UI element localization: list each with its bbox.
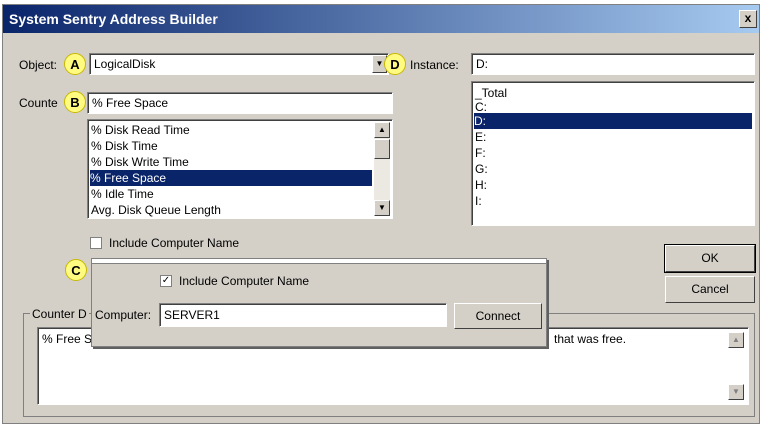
connect-button-label: Connect [475, 309, 521, 323]
description-text-start: % Free S [42, 332, 93, 346]
instance-label: Instance: [410, 58, 459, 72]
instance-list[interactable]: _Total C: D: E: F: G: H: I: [471, 81, 755, 226]
scroll-up-icon[interactable]: ▲ [728, 332, 744, 348]
cancel-button[interactable]: Cancel [665, 276, 755, 303]
connect-button[interactable]: Connect [454, 303, 542, 329]
callout-c: C [65, 259, 87, 281]
counter-list[interactable]: % Disk Read Time % Disk Time % Disk Writ… [87, 119, 393, 219]
counter-value: % Free Space [92, 96, 169, 110]
window-title: System Sentry Address Builder [9, 11, 218, 27]
include-computer-checkbox[interactable] [90, 237, 102, 249]
list-item[interactable]: H: [475, 177, 487, 193]
callout-a: A [64, 53, 86, 75]
list-item-selected[interactable]: D: [474, 113, 752, 129]
list-item[interactable]: G: [475, 161, 488, 177]
list-item-selected[interactable]: % Free Space [90, 170, 372, 186]
scroll-thumb[interactable] [374, 139, 390, 159]
scroll-down-icon[interactable]: ▼ [374, 200, 390, 216]
list-item[interactable]: F: [475, 145, 486, 161]
close-button[interactable]: x [739, 10, 757, 28]
ok-button-label: OK [701, 251, 719, 265]
counter-input[interactable]: % Free Space [87, 92, 393, 114]
list-item[interactable]: E: [475, 129, 486, 145]
instance-value: D: [476, 57, 488, 71]
object-label: Object: [19, 58, 58, 72]
computer-input[interactable]: SERVER1 [159, 303, 447, 327]
counter-description-label: Counter D [30, 307, 89, 321]
counter-scrollbar[interactable]: ▲ ▼ [374, 122, 390, 216]
list-item[interactable]: % Idle Time [91, 186, 154, 202]
list-item[interactable]: % Disk Time [91, 138, 158, 154]
callout-b: B [64, 91, 86, 113]
title-bar: System Sentry Address Builder x [3, 5, 759, 33]
scroll-up-icon[interactable]: ▲ [374, 122, 390, 138]
computer-label: Computer: [95, 308, 152, 322]
computer-name-popup: ✓ Include Computer Name Computer: SERVER… [91, 258, 547, 347]
popup-include-checkbox[interactable]: ✓ [160, 275, 172, 287]
object-value: LogicalDisk [94, 57, 156, 71]
address-builder-dialog: System Sentry Address Builder x Object: … [2, 4, 760, 424]
instance-input[interactable]: D: [471, 53, 755, 75]
cancel-button-label: Cancel [691, 282, 729, 296]
popup-include-label: Include Computer Name [179, 274, 310, 288]
list-item[interactable]: % Disk Read Time [91, 122, 190, 138]
ok-button[interactable]: OK [664, 244, 756, 273]
callout-d: D [384, 53, 406, 75]
list-item[interactable]: I: [475, 193, 482, 209]
counter-label: Counte [19, 96, 58, 110]
object-dropdown[interactable]: LogicalDisk ▼ [89, 53, 389, 75]
description-scrollbar[interactable]: ▲ ▼ [728, 332, 744, 400]
computer-value: SERVER1 [164, 308, 220, 322]
scroll-down-icon[interactable]: ▼ [728, 384, 744, 400]
list-item[interactable]: Avg. Disk Queue Length [91, 202, 221, 218]
list-item[interactable]: % Disk Write Time [91, 154, 189, 170]
description-text-end: that was free. [554, 332, 627, 346]
close-icon: x [744, 11, 752, 25]
popup-top-edge [92, 259, 546, 264]
include-computer-label: Include Computer Name [109, 236, 240, 250]
